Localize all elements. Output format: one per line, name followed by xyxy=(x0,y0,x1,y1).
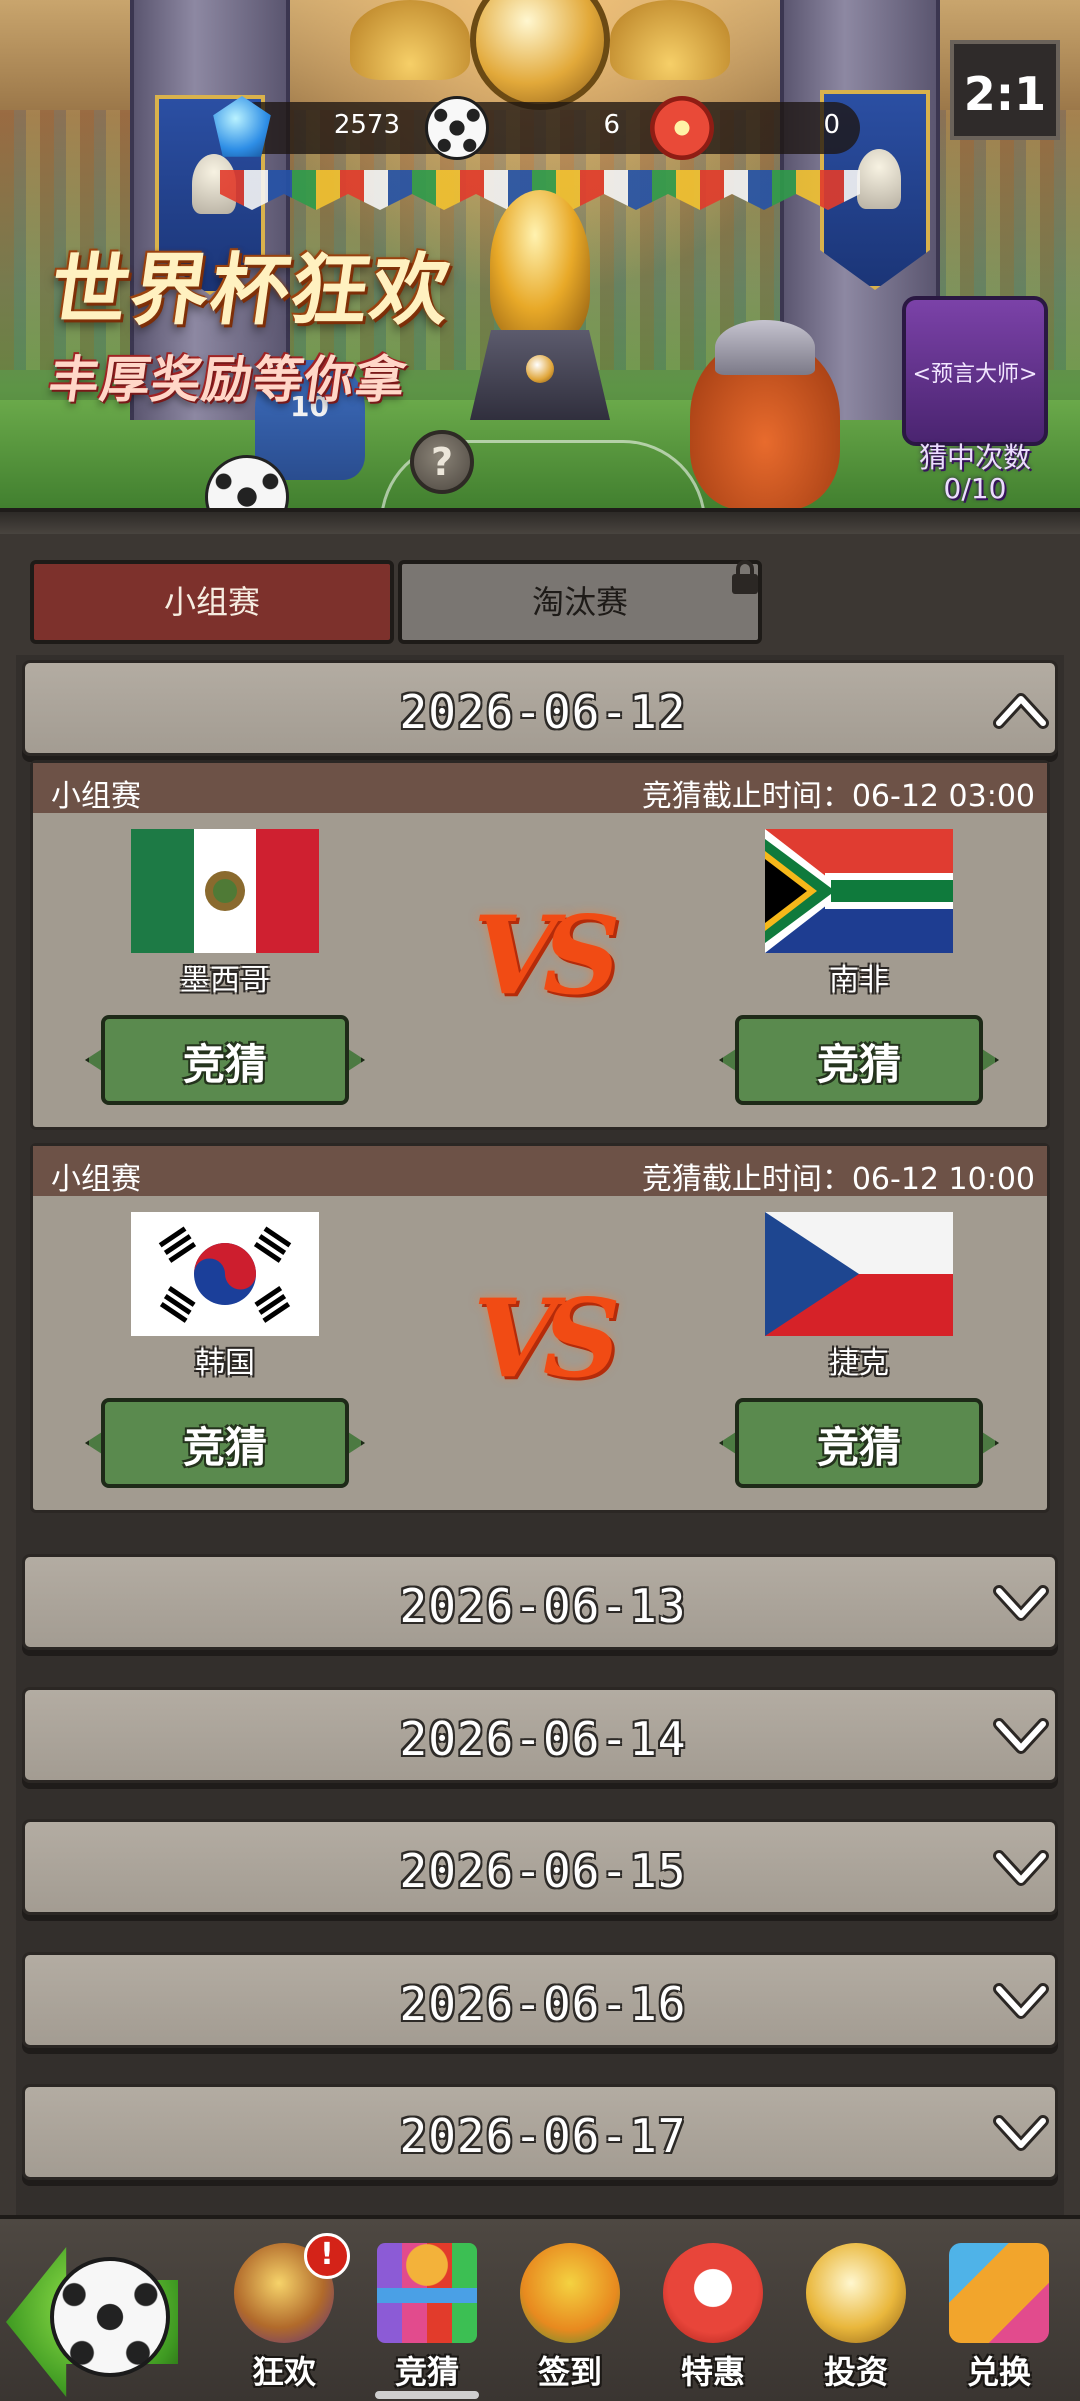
match-card: 小组赛 竞猜截止时间：06-12 10:00 韩国 捷克 VS 竞猜 竞猜 xyxy=(30,1143,1050,1513)
golden-wing-right xyxy=(610,0,730,80)
help-button[interactable]: ? xyxy=(410,430,474,494)
guess-button-label: 竞猜 xyxy=(816,1040,901,1089)
ball-count: 6 xyxy=(603,110,620,140)
team-away-name: 南非 xyxy=(829,963,889,998)
nav-label: 特惠 xyxy=(680,2353,745,2391)
date-label: 2026-06-12 xyxy=(399,685,687,739)
match-info-strip: 小组赛 竞猜截止时间：06-12 03:00 xyxy=(33,763,1047,814)
team-away-name: 捷克 xyxy=(829,1346,889,1381)
alert-badge: ! xyxy=(304,2233,350,2279)
nav-guess[interactable]: 竞猜 xyxy=(357,2233,497,2401)
date-header-collapsed[interactable]: 2026-06-16 xyxy=(22,1952,1058,2048)
tab-knockout[interactable]: 淘汰赛 xyxy=(398,560,762,644)
date-label: 2026-06-17 xyxy=(399,2109,687,2163)
guess-deadline: 竞猜截止时间：06-12 03:00 xyxy=(641,779,1035,814)
event-banner: 2:1 世界杯狂欢 丰厚奖励等你拿 ? 2573 6 0 <预言大师> 猜中次数… xyxy=(0,0,1080,520)
resource-bar: 2573 6 0 xyxy=(213,96,860,160)
medal-count: 0 xyxy=(823,110,840,140)
lock-icon xyxy=(730,560,760,594)
guess-button-label: 竞猜 xyxy=(182,1040,267,1089)
arch-golden-ball xyxy=(470,0,610,110)
match-card: 小组赛 竞猜截止时间：06-12 03:00 墨西哥 南非 VS 竞猜 竞猜 xyxy=(30,760,1050,1130)
date-label: 2026-06-14 xyxy=(399,1712,687,1766)
tab-group-stage[interactable]: 小组赛 xyxy=(30,560,394,644)
guess-home-button[interactable]: 竞猜 xyxy=(81,1398,369,1488)
invest-icon xyxy=(806,2243,906,2343)
date-header-collapsed[interactable]: 2026-06-15 xyxy=(22,1819,1058,1915)
event-title: 世界杯狂欢 xyxy=(44,246,458,336)
golden-wing-left xyxy=(350,0,470,80)
scoreboard: 2:1 xyxy=(950,40,1060,140)
nav-label: 投资 xyxy=(823,2353,888,2391)
date-label: 2026-06-15 xyxy=(399,1844,687,1898)
chevron-down-icon[interactable] xyxy=(993,1848,1049,1888)
megaphone-icon xyxy=(663,2243,763,2343)
chevron-down-icon[interactable] xyxy=(993,1716,1049,1756)
nav-label: 签到 xyxy=(537,2353,602,2391)
banner-rim xyxy=(0,508,1080,534)
guess-button-label: 竞猜 xyxy=(816,1423,901,1472)
soccer-ball-icon xyxy=(50,2257,170,2377)
medal-icon xyxy=(650,96,714,160)
prophet-count-label: 猜中次数 xyxy=(918,441,1031,474)
nav-checkin[interactable]: 签到 xyxy=(500,2233,640,2401)
date-header-collapsed[interactable]: 2026-06-13 xyxy=(22,1554,1058,1650)
match-stage: 小组赛 xyxy=(51,1162,141,1197)
match-info-strip: 小组赛 竞猜截止时间：06-12 10:00 xyxy=(33,1146,1047,1197)
nav-carnival[interactable]: ! 狂欢 xyxy=(214,2233,354,2401)
chevron-down-icon[interactable] xyxy=(993,1583,1049,1623)
soccer-ball-icon xyxy=(425,96,489,160)
viking-mascot xyxy=(690,320,840,510)
prophet-title: <预言大师> xyxy=(912,362,1038,387)
date-header-collapsed[interactable]: 2026-06-17 xyxy=(22,2084,1058,2180)
event-subtitle: 丰厚奖励等你拿 xyxy=(45,351,411,409)
date-label: 2026-06-13 xyxy=(399,1579,687,1633)
gem-count: 2573 xyxy=(333,110,400,140)
nav-exchange[interactable]: 兑换 xyxy=(929,2233,1069,2401)
nav-special-offer[interactable]: 特惠 xyxy=(643,2233,783,2401)
match-stage: 小组赛 xyxy=(51,779,141,814)
flag-south-korea xyxy=(131,1212,319,1336)
chevron-down-icon[interactable] xyxy=(993,2113,1049,2153)
bracket-icon xyxy=(377,2243,477,2343)
world-cup-trophy xyxy=(470,190,610,420)
chevron-down-icon[interactable] xyxy=(993,1981,1049,2021)
prophet-count: 0/10 xyxy=(943,472,1007,505)
nav-label: 兑换 xyxy=(966,2353,1031,2391)
nav-invest[interactable]: 投资 xyxy=(786,2233,926,2401)
guess-home-button[interactable]: 竞猜 xyxy=(81,1015,369,1105)
flag-czech xyxy=(765,1212,953,1336)
guess-button-label: 竞猜 xyxy=(182,1423,267,1472)
flag-south-africa xyxy=(765,829,953,953)
date-header-collapsed[interactable]: 2026-06-14 xyxy=(22,1687,1058,1783)
back-button[interactable] xyxy=(6,2237,178,2397)
vs-emblem: VS xyxy=(473,893,621,1019)
vs-emblem: VS xyxy=(473,1276,621,1402)
exchange-icon xyxy=(949,2243,1049,2343)
team-home-name: 韩国 xyxy=(195,1346,255,1381)
date-label: 2026-06-16 xyxy=(399,1977,687,2031)
flag-mexico xyxy=(131,829,319,953)
bottom-nav: ! 狂欢 竞猜 签到 特惠 投资 兑换 xyxy=(0,2215,1080,2401)
nav-label: 狂欢 xyxy=(251,2353,316,2391)
boots-icon xyxy=(520,2243,620,2343)
guess-away-button[interactable]: 竞猜 xyxy=(715,1398,1003,1488)
guess-deadline: 竞猜截止时间：06-12 10:00 xyxy=(641,1162,1035,1197)
nav-label: 竞猜 xyxy=(394,2353,459,2391)
date-header-expanded[interactable]: 2026-06-12 xyxy=(22,660,1058,756)
prophet-master-button[interactable]: <预言大师> xyxy=(902,296,1048,446)
team-home-name: 墨西哥 xyxy=(180,963,270,998)
chevron-up-icon[interactable] xyxy=(993,689,1049,729)
guess-away-button[interactable]: 竞猜 xyxy=(715,1015,1003,1105)
